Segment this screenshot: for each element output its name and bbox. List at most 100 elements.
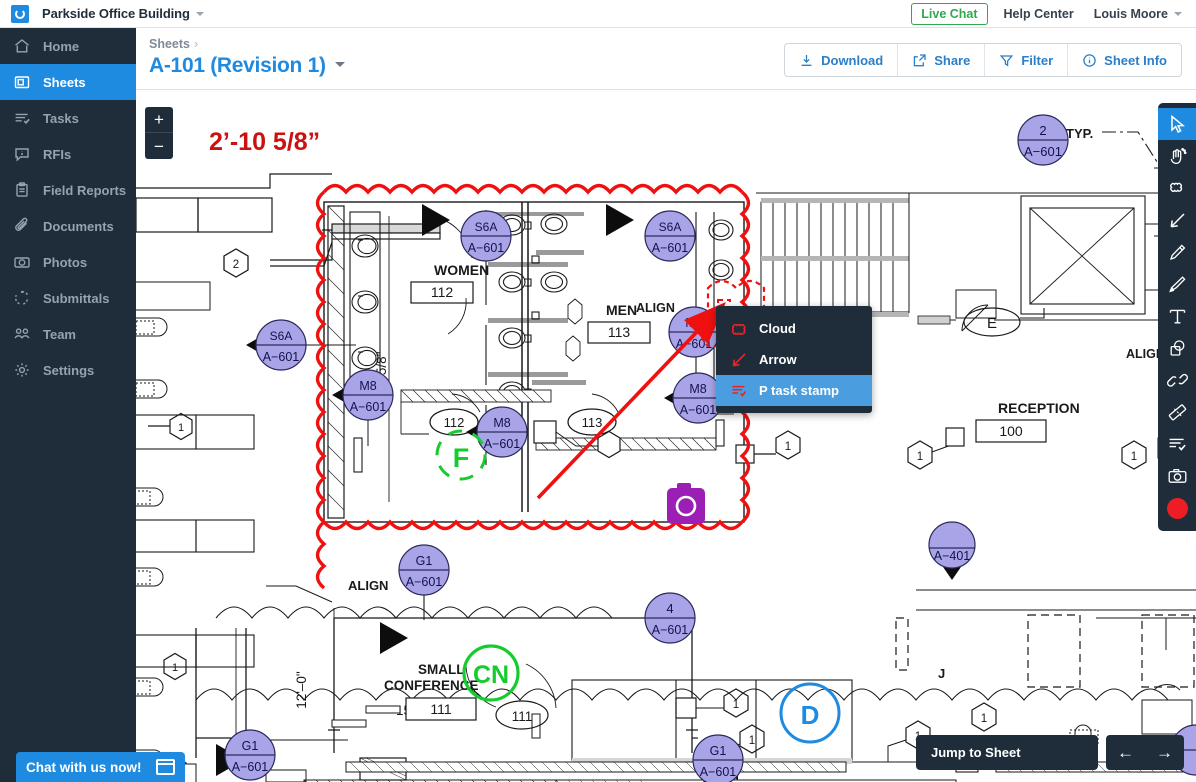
shape-icon [1170, 339, 1184, 356]
photo-tool[interactable] [1158, 460, 1196, 492]
camera-icon [12, 252, 32, 272]
task-tool[interactable] [1158, 428, 1196, 460]
context-menu-item-p-task-stamp[interactable]: P task stamp [716, 375, 872, 406]
info-icon [1082, 53, 1097, 68]
download-button[interactable]: Download [785, 44, 899, 76]
sidebar-item-sheets[interactable]: Sheets [0, 64, 136, 100]
sidebar-item-settings[interactable]: Settings [0, 352, 136, 388]
align-label: ALIGN [348, 578, 388, 593]
hex-tag: 1 [739, 724, 765, 754]
share-label: Share [934, 52, 971, 68]
detail-marker: 2 A−601 [1017, 114, 1069, 166]
project-name[interactable]: Parkside Office Building [42, 6, 190, 21]
hex-tag: 2 [223, 248, 249, 278]
shape-tool[interactable] [1158, 332, 1196, 364]
room-name: MEN [606, 302, 637, 318]
text-tool[interactable] [1158, 300, 1196, 332]
rfi-icon [12, 144, 32, 164]
arrow-tool[interactable] [1158, 204, 1196, 236]
arrow-annotation-icon [729, 350, 748, 369]
context-menu-item-arrow[interactable]: Arrow [716, 344, 872, 375]
chat-widget[interactable]: Chat with us now! [16, 752, 185, 782]
measure-tool[interactable] [1158, 396, 1196, 428]
help-center-link[interactable]: Help Center [1004, 7, 1074, 21]
svg-text:A−601: A−601 [350, 400, 387, 414]
filter-button[interactable]: Filter [985, 44, 1069, 76]
task-icon [1169, 438, 1186, 451]
annotation-context-menu: Cloud Arrow P task stamp [716, 306, 872, 413]
breadcrumb[interactable]: Sheets › [149, 37, 198, 51]
svg-text:1: 1 [917, 451, 923, 463]
share-button[interactable]: Share [898, 44, 986, 76]
hex-tag: 1 [971, 702, 997, 732]
svg-text:A−601: A−601 [652, 623, 689, 637]
sheet-drawing-canvas[interactable]: 2 1 1 WOMEN 112 MEN 113 ALIGN 112 113 1 … [136, 90, 1196, 782]
record-dot-icon [1166, 497, 1188, 519]
sidebar-item-label: Sheets [43, 74, 86, 90]
svg-text:112: 112 [444, 415, 465, 430]
highlighter-tool[interactable] [1158, 268, 1196, 300]
svg-text:A−601: A−601 [1024, 144, 1062, 159]
detail-marker: M8 A−601 [466, 406, 528, 458]
context-menu-item-cloud[interactable]: Cloud [716, 313, 872, 344]
breadcrumb-sheets-link[interactable]: Sheets [149, 37, 190, 51]
pan-tool[interactable] [1158, 140, 1196, 172]
annotation-toolbar [1158, 103, 1196, 531]
room-number: 100 [999, 423, 1023, 439]
highlighter-icon [1168, 275, 1186, 292]
sidebar-item-label: Home [43, 38, 80, 54]
live-chat-button[interactable]: Live Chat [911, 2, 988, 25]
sidebar-item-photos[interactable]: Photos [0, 244, 136, 280]
svg-text:F: F [453, 443, 470, 473]
previous-sheet-button[interactable]: ← [1117, 744, 1134, 761]
detail-marker: S6A A−601 [246, 319, 307, 371]
svg-text:CN: CN [473, 661, 509, 689]
sheet-title-caret-icon[interactable] [334, 62, 345, 67]
sidebar-item-rfis[interactable]: RFIs [0, 136, 136, 172]
svg-text:S6A: S6A [270, 329, 293, 343]
dimension-annotation: 2’-10 5/8” [209, 128, 321, 156]
page-title[interactable]: A-101 (Revision 1) [149, 54, 345, 78]
next-sheet-button[interactable]: → [1156, 744, 1173, 761]
svg-text:1: 1 [749, 735, 755, 747]
svg-text:A−601: A−601 [652, 241, 689, 255]
zoom-controls: + − [145, 107, 173, 159]
svg-text:113: 113 [582, 415, 603, 430]
svg-text:A−601: A−601 [406, 575, 443, 589]
room-number: 113 [608, 324, 631, 340]
sidebar-item-submittals[interactable]: Submittals [0, 280, 136, 316]
sidebar-item-field-reports[interactable]: Field Reports [0, 172, 136, 208]
door-tag: E [963, 307, 1021, 337]
breadcrumb-separator: › [194, 37, 199, 51]
svg-text:A−401: A−401 [934, 549, 971, 563]
cloud-tool[interactable] [1158, 172, 1196, 204]
project-dropdown-caret-icon[interactable] [195, 11, 204, 16]
user-menu[interactable]: Louis Moore [1094, 7, 1168, 21]
sidebar-item-tasks[interactable]: Tasks [0, 100, 136, 136]
record-tool[interactable] [1158, 492, 1196, 524]
link-tool[interactable] [1158, 364, 1196, 396]
sidebar-item-documents[interactable]: Documents [0, 208, 136, 244]
filter-icon [999, 53, 1014, 68]
select-tool[interactable] [1158, 108, 1196, 140]
application-window: Parkside Office Building Live Chat Help … [0, 0, 1196, 782]
detail-marker: M8 A−601 [664, 372, 724, 424]
user-dropdown-caret-icon[interactable] [1174, 11, 1182, 16]
hex-tag: 1 [723, 688, 749, 718]
jump-to-sheet-button[interactable]: Jump to Sheet [916, 735, 1098, 770]
zoom-in-button[interactable]: + [145, 107, 173, 133]
sidebar-item-label: Tasks [43, 110, 79, 126]
tasks-icon [12, 108, 32, 128]
sidebar-item-label: RFIs [43, 146, 72, 162]
svg-text:A−601: A−601 [232, 760, 269, 774]
pen-tool[interactable] [1158, 236, 1196, 268]
hex-tag: 1 [907, 440, 933, 470]
zoom-out-button[interactable]: − [145, 133, 173, 159]
sidebar-item-home[interactable]: Home [0, 28, 136, 64]
svg-text:A−601: A−601 [468, 241, 505, 255]
sheet-info-button[interactable]: Sheet Info [1068, 44, 1181, 76]
sidebar-item-label: Settings [43, 362, 95, 378]
sheets-icon [12, 72, 32, 92]
header-action-group: Download Share Filter Sheet Info [784, 43, 1182, 77]
sidebar-item-team[interactable]: Team [0, 316, 136, 352]
